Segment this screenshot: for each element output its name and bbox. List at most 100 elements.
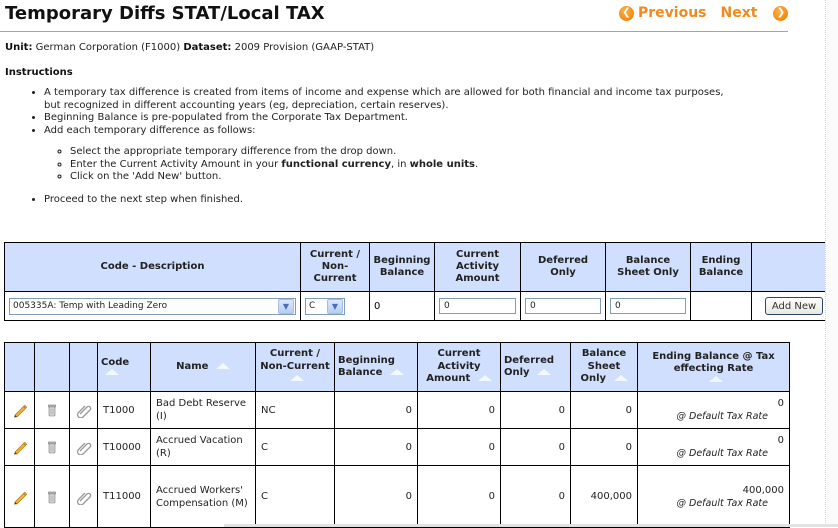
col-header-current-activity[interactable]: Current Activity Amount xyxy=(417,342,501,392)
unit-label: Unit: xyxy=(5,42,33,53)
col-header-attach xyxy=(69,342,98,392)
delete-cell xyxy=(34,391,70,429)
col-header-current-noncurrent[interactable]: Current / Non-Current xyxy=(255,342,335,392)
col-header-deferred-only: Deferred Only xyxy=(520,242,606,292)
col-header-beginning-balance: Beginning Balance xyxy=(369,242,435,292)
row-current: C xyxy=(255,465,335,528)
sort-icon[interactable] xyxy=(105,369,119,376)
row-code: T1000 xyxy=(97,391,151,429)
paperclip-attach-icon[interactable] xyxy=(76,402,92,418)
col-header-code[interactable]: Code xyxy=(97,342,151,392)
page-title: Temporary Diffs STAT/Local TAX xyxy=(5,3,325,24)
chevron-down-icon[interactable]: ▼ xyxy=(278,298,294,314)
row-tax-rate: @ Default Tax Rate xyxy=(676,497,768,509)
name-header-label: Name xyxy=(176,360,209,372)
instruction-text: Enter the Current Activity Amount in you… xyxy=(70,158,282,170)
instruction-text: . xyxy=(474,158,479,170)
row-beginning-balance: 0 xyxy=(334,465,418,528)
delete-cell xyxy=(34,428,70,466)
col-header-deferred-only[interactable]: Deferred Only xyxy=(500,342,571,392)
row-deferred-only: 0 xyxy=(500,428,571,466)
col-header-ending-balance: Ending Balance xyxy=(690,242,752,292)
row-ending-value: 0 xyxy=(777,435,784,446)
instruction-subitem: Click on the 'Add New' button. xyxy=(70,171,728,184)
col-header-edit xyxy=(4,342,35,392)
paperclip-attach-icon[interactable] xyxy=(76,489,92,505)
row-current: NC xyxy=(255,391,335,429)
row-ending-balance: 400,000 @ Default Tax Rate xyxy=(637,465,790,528)
row-tax-rate: @ Default Tax Rate xyxy=(676,448,768,459)
deferred-only-input[interactable] xyxy=(525,298,601,314)
instruction-subitem: Enter the Current Activity Amount in you… xyxy=(70,159,728,172)
activity-header-label: Current Activity Amount xyxy=(426,348,481,385)
col-header-delete xyxy=(34,342,70,392)
pencil-edit-icon[interactable] xyxy=(12,439,28,455)
sort-icon[interactable] xyxy=(290,375,304,382)
instruction-subitem: Select the appropriate temporary differe… xyxy=(70,146,728,159)
paperclip-attach-icon[interactable] xyxy=(76,439,92,455)
balance-sheet-only-cell xyxy=(605,291,691,321)
col-header-current-noncurrent: Current / Non-Current xyxy=(300,242,370,292)
next-link[interactable]: Next xyxy=(721,5,758,21)
current-noncurrent-select[interactable]: C ▼ xyxy=(305,297,345,315)
dataset-value: 2009 Provision (GAAP-STAT) xyxy=(234,42,375,53)
sort-icon[interactable] xyxy=(708,375,723,382)
sort-icon[interactable] xyxy=(477,375,492,382)
col-header-ending-balance-rate[interactable]: Ending Balance @ Tax effecting Rate xyxy=(637,342,790,392)
dataset-label: Dataset: xyxy=(183,42,232,53)
code-header-label: Code xyxy=(101,356,130,368)
whole-units-text: whole units xyxy=(409,158,475,170)
sort-icon[interactable] xyxy=(215,362,230,369)
add-new-button[interactable]: Add New xyxy=(764,297,824,315)
next-arrow-icon[interactable]: ❯ xyxy=(773,5,789,21)
beginning-balance-value: 0 xyxy=(369,291,435,321)
edit-cell xyxy=(4,391,35,429)
col-header-name[interactable]: Name xyxy=(150,342,256,392)
row-current-activity: 0 xyxy=(417,428,501,466)
add-new-cell: Add New xyxy=(751,291,836,321)
instructions-heading: Instructions xyxy=(5,67,73,78)
trash-can-icon[interactable] xyxy=(44,439,60,455)
row-beginning-balance: 0 xyxy=(334,428,418,466)
col-header-balance-sheet-only[interactable]: Balance Sheet Only xyxy=(570,342,638,392)
previous-link[interactable]: Previous xyxy=(638,5,707,21)
instruction-item: Beginning Balance is pre-populated from … xyxy=(44,112,728,125)
instruction-text: Add each temporary difference as follows… xyxy=(44,124,256,136)
row-balance-sheet-only: 0 xyxy=(570,428,638,466)
deferred-only-cell xyxy=(520,291,606,321)
table-row: T10000 Accrued Vacation (R) C 0 0 0 0 0 … xyxy=(4,428,790,466)
row-ending-balance: 0 @ Default Tax Rate xyxy=(637,428,790,466)
pencil-edit-icon[interactable] xyxy=(12,402,28,418)
page-scroll-gutter xyxy=(825,0,838,527)
ending-balance-value xyxy=(690,291,752,321)
edit-cell xyxy=(4,465,35,528)
chevron-down-icon[interactable]: ▼ xyxy=(327,298,343,314)
row-code: T11000 xyxy=(97,465,151,528)
current-activity-input[interactable] xyxy=(439,298,516,314)
add-temp-diff-form: Code - Description Current / Non-Current… xyxy=(4,242,836,321)
col-header-current-activity: Current Activity Amount xyxy=(434,242,521,292)
code-description-select-value: 005335A: Temp with Leading Zero xyxy=(13,301,168,311)
attach-cell xyxy=(69,465,98,528)
pencil-edit-icon[interactable] xyxy=(12,489,28,505)
current-noncurrent-select-value: C xyxy=(309,301,316,311)
row-deferred-only: 0 xyxy=(500,391,571,429)
balance-sheet-only-input[interactable] xyxy=(610,298,686,314)
trash-can-icon[interactable] xyxy=(44,489,60,505)
row-beginning-balance: 0 xyxy=(334,391,418,429)
code-description-cell: 005335A: Temp with Leading Zero ▼ xyxy=(4,291,301,321)
trash-can-icon[interactable] xyxy=(44,402,60,418)
row-tax-rate: @ Default Tax Rate xyxy=(676,411,768,422)
col-header-beginning-balance[interactable]: Beginning Balance xyxy=(334,342,418,392)
instruction-item: Proceed to the next step when finished. xyxy=(44,194,728,207)
sort-icon[interactable] xyxy=(537,369,552,375)
table-row: T11000 Accrued Workers' Compensation (M)… xyxy=(4,465,790,528)
row-name: Accrued Vacation (R) xyxy=(150,428,256,466)
sort-icon[interactable] xyxy=(389,369,404,375)
row-balance-sheet-only: 0 xyxy=(570,391,638,429)
previous-arrow-icon[interactable]: ❮ xyxy=(619,5,634,21)
code-description-select[interactable]: 005335A: Temp with Leading Zero ▼ xyxy=(9,297,296,315)
col-header-actions xyxy=(751,242,836,292)
sort-icon[interactable] xyxy=(613,375,628,382)
current-activity-cell xyxy=(434,291,521,321)
